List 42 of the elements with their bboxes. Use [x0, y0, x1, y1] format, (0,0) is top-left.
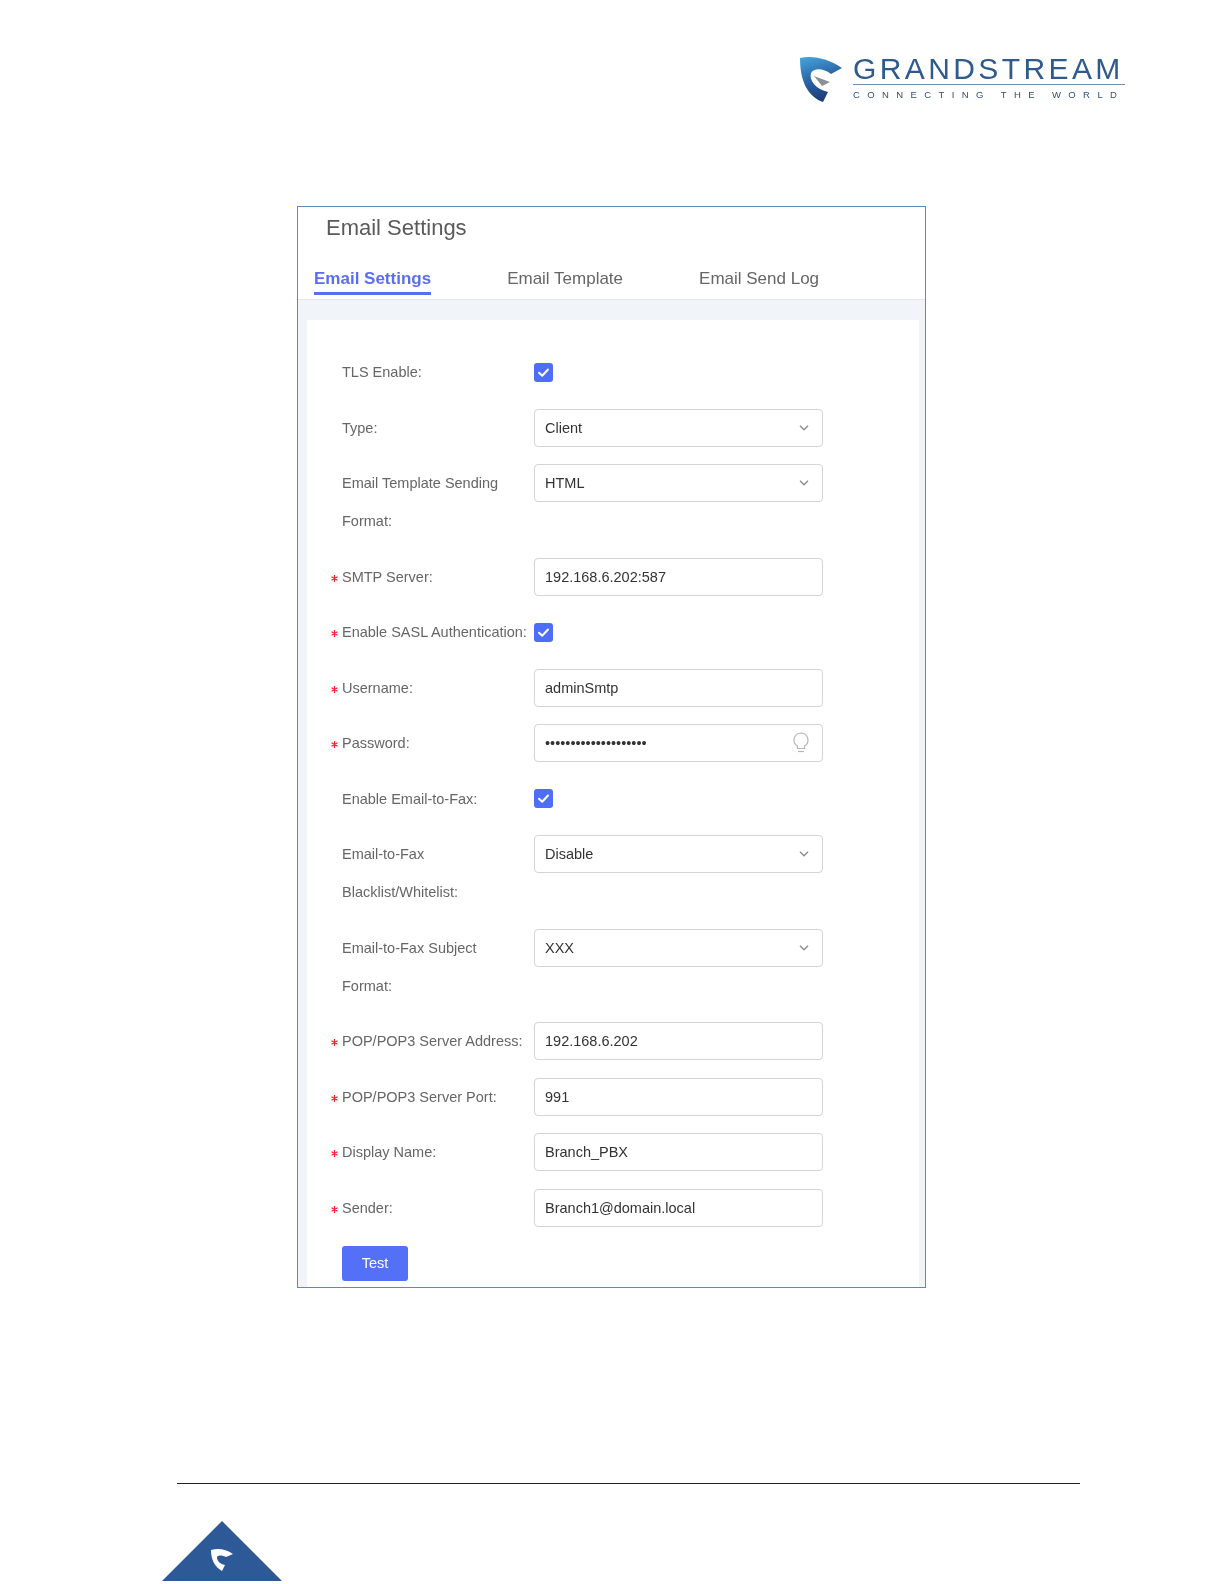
dropdown[interactable]: Client — [534, 408, 823, 447]
dropdown[interactable]: HTML — [534, 464, 823, 502]
checkbox[interactable] — [534, 789, 553, 808]
test-button[interactable]: Test — [342, 1245, 408, 1281]
text-field[interactable]: Branch_PBX — [534, 1133, 823, 1171]
triangle-logo-icon — [162, 1521, 282, 1581]
chevron-down-icon — [799, 424, 809, 431]
dropdown[interactable]: XXX — [534, 928, 823, 967]
text-field[interactable]: 192.168.6.202:587 — [534, 557, 823, 596]
field-label: Password: — [342, 734, 411, 753]
field-label: Email-to-Fax Subject Format: — [342, 938, 478, 996]
chevron-down-icon — [799, 851, 809, 857]
text-field[interactable]: 192.168.6.202 — [534, 1022, 823, 1060]
chevron-down-icon — [799, 944, 809, 951]
field-label: POP/POP3 Server Port: — [342, 1087, 498, 1107]
field-label: Enable SASL Authentication: — [342, 623, 528, 642]
field-label: Type: — [342, 418, 379, 438]
field-label: Sender: — [342, 1198, 394, 1218]
tab[interactable]: Email Settings — [314, 267, 432, 295]
field-label: Email Template Sending Format: — [342, 474, 500, 531]
field-label: Enable Email-to-Fax: — [342, 789, 479, 809]
text-field[interactable]: 991 — [534, 1077, 823, 1116]
brand-name: GRANDSTREAM — [853, 56, 1124, 82]
chevron-down-icon — [799, 480, 809, 486]
field-label: POP/POP3 Server Address: — [342, 1032, 524, 1051]
password-field[interactable]: •••••••••••••••••••• — [534, 724, 823, 762]
tab[interactable]: Email Send Log — [699, 267, 820, 295]
field-label: TLS Enable: — [342, 363, 423, 382]
lightbulb-icon — [793, 732, 809, 754]
checkbox[interactable] — [534, 622, 553, 642]
dropdown[interactable]: Disable — [534, 835, 823, 873]
panel-title: Email Settings — [326, 215, 467, 240]
text-field[interactable]: adminSmtp — [534, 668, 823, 707]
brand-tagline: CONNECTING THE WORLD — [853, 89, 1125, 100]
tab[interactable]: Email Template — [507, 267, 624, 295]
field-label: Username: — [342, 678, 414, 698]
field-label: SMTP Server: — [342, 567, 434, 587]
field-label: Email-to-Fax Blacklist/Whitelist: — [342, 845, 460, 902]
checkbox[interactable] — [534, 362, 553, 382]
logo-icon — [797, 55, 843, 103]
text-field[interactable]: Branch1@domain.local — [534, 1188, 823, 1227]
field-label: Display Name: — [342, 1143, 438, 1162]
